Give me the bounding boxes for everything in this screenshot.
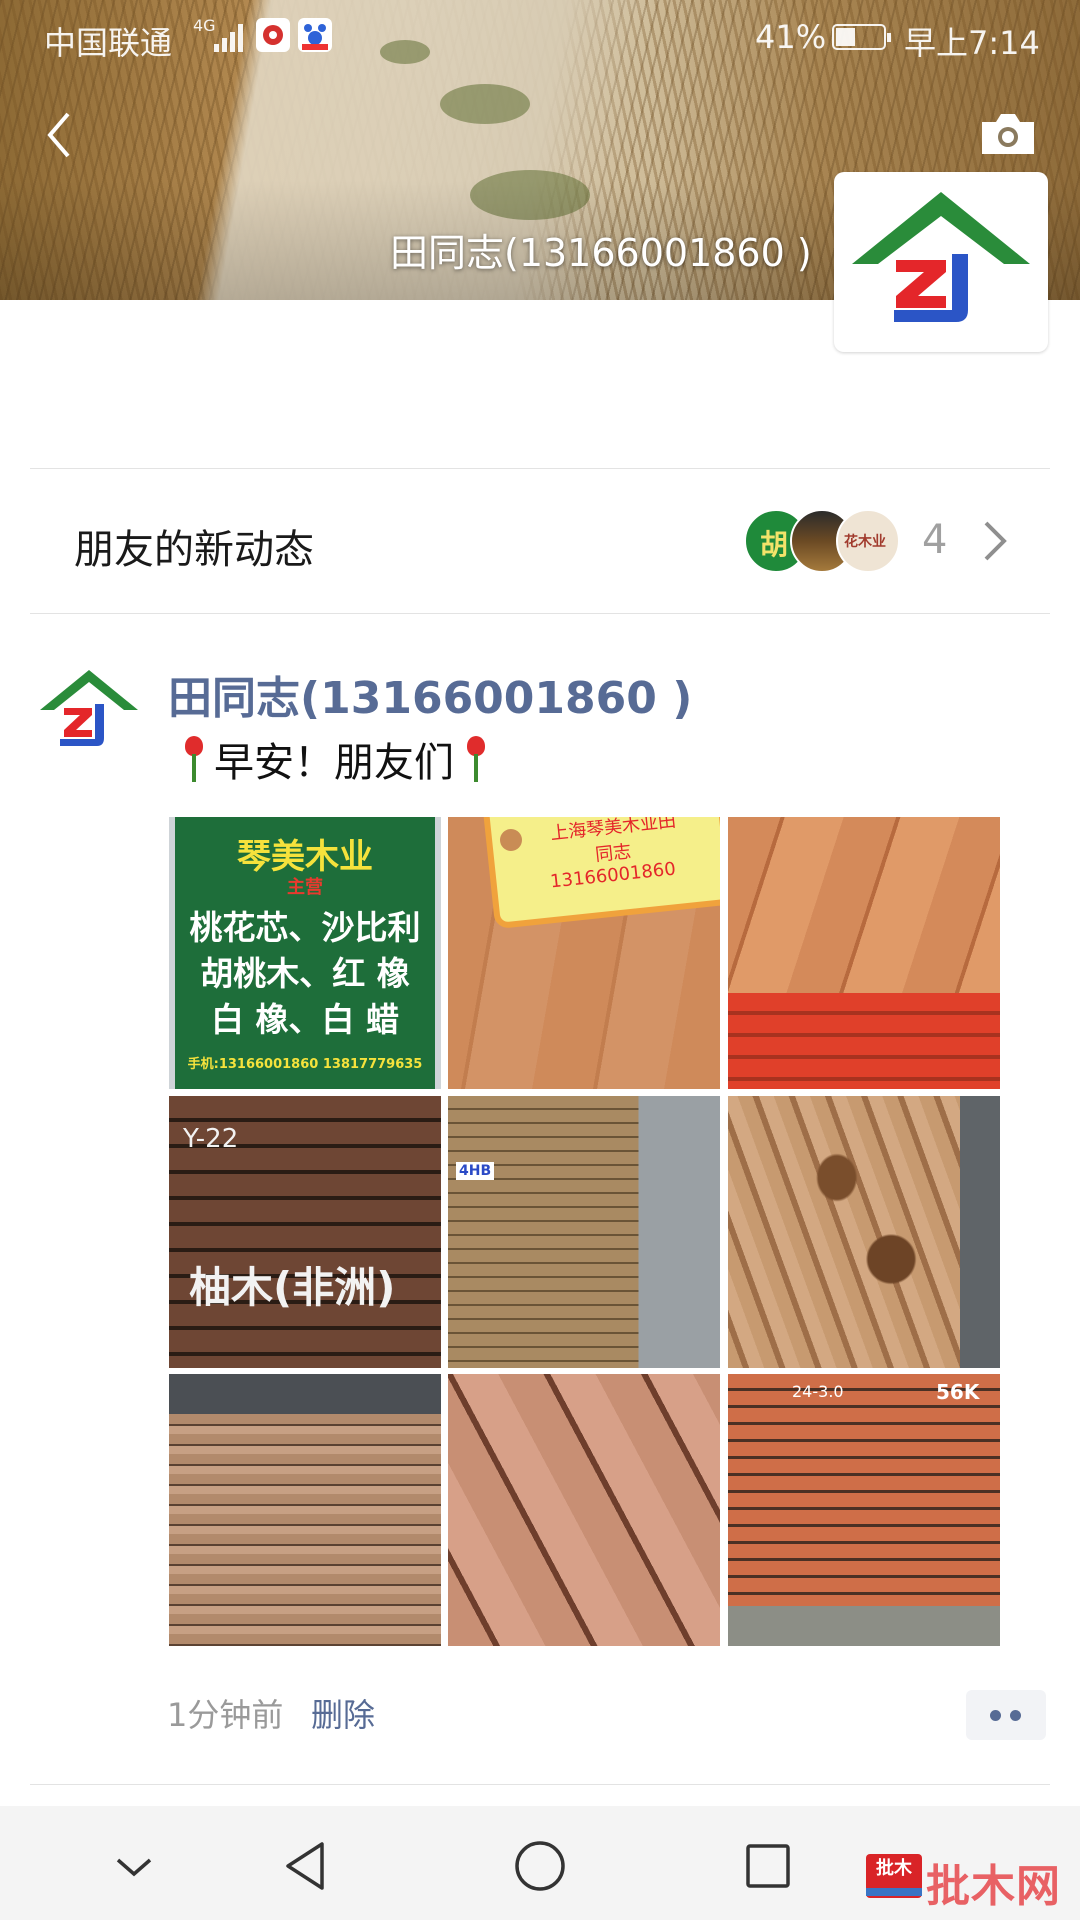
more-actions-button[interactable]: [966, 1690, 1046, 1740]
triangle-back-icon: [286, 1842, 324, 1890]
network-type: 4G: [193, 16, 216, 35]
post-text-content: 早安！朋友们: [214, 740, 454, 786]
nav-recents-button[interactable]: [738, 1836, 798, 1896]
site-watermark: 批木 批木网: [866, 1850, 1066, 1912]
stack-tag: 4HB: [456, 1162, 495, 1180]
friends-updates-label: 朋友的新动态: [74, 527, 314, 573]
battery-icon: [832, 24, 891, 50]
sign-line: 白 橡、白 蜡: [211, 1000, 399, 1039]
post-timestamp: 1分钟前: [167, 1696, 284, 1734]
delete-button[interactable]: 删除: [311, 1690, 375, 1736]
watermark-text: 批木网: [926, 1861, 1061, 1912]
camera-button[interactable]: [978, 108, 1038, 160]
friend-avatar: 花木业: [836, 509, 900, 573]
square-recents-icon: [746, 1844, 790, 1888]
photo-thumbnail[interactable]: 上海琴美木业田 同志 13166001860: [448, 817, 720, 1089]
friends-updates-count: 4: [922, 517, 948, 563]
profile-avatar[interactable]: [834, 172, 1048, 352]
photo-thumbnail[interactable]: [169, 1374, 441, 1646]
sign-line: 胡桃木、红 橡: [200, 954, 410, 993]
profile-name: 田同志(13166001860 ): [390, 231, 812, 275]
status-bar: 中国联通 4G 41% 早上7:14: [0, 0, 1080, 74]
watermark-logo: 批木: [866, 1854, 922, 1898]
chevron-right-icon: [984, 521, 1007, 561]
weed-patch: [440, 84, 530, 124]
sign-title: 琴美木业: [237, 837, 373, 877]
clock: 早上7:14: [904, 24, 1040, 62]
chevron-left-icon: [47, 112, 70, 158]
rose-icon: [178, 734, 208, 784]
rose-icon: [460, 734, 490, 784]
zj-logo-icon: [852, 192, 1030, 322]
photo-thumbnail[interactable]: [728, 1096, 1000, 1368]
zj-logo-icon: [40, 670, 138, 746]
post-author-avatar[interactable]: [34, 664, 144, 756]
baidu-icon: [298, 18, 332, 52]
post-text: 早安！朋友们: [172, 730, 496, 788]
signal-icon: [214, 22, 248, 52]
warehouse-roof: [169, 1374, 441, 1414]
chalk-mark: 56K: [936, 1380, 980, 1404]
circle-home-icon: [515, 1841, 565, 1891]
nav-home-button[interactable]: [510, 1836, 570, 1896]
chevron-down-icon: [116, 1858, 152, 1877]
chalk-mark: Y-22: [183, 1124, 239, 1154]
friends-updates-row[interactable]: 朋友的新动态 胡 花木业 4: [30, 469, 1050, 613]
background-shelf: [960, 1096, 1000, 1368]
post-author-name[interactable]: 田同志(13166001860 ): [168, 662, 692, 726]
photo-thumbnail[interactable]: [728, 817, 1000, 1089]
photo-thumbnail[interactable]: [448, 1374, 720, 1646]
divider: [30, 1784, 1050, 1785]
nav-collapse-button[interactable]: [104, 1836, 164, 1896]
photo-thumbnail[interactable]: 琴美木业 主营 桃花芯、沙比利 胡桃木、红 橡 白 橡、白 蜡 手机:13166…: [169, 817, 441, 1089]
sign-line: 桃花芯、沙比利: [189, 908, 421, 947]
dot-icon: [990, 1710, 1001, 1721]
chalk-label: 柚木(非洲): [189, 1263, 396, 1312]
dot-icon: [1010, 1710, 1021, 1721]
weibo-icon: [256, 18, 290, 52]
ground: [728, 1606, 1000, 1646]
photo-grid: 琴美木业 主营 桃花芯、沙比利 胡桃木、红 橡 白 橡、白 蜡 手机:13166…: [169, 817, 1000, 1646]
camera-icon: [982, 114, 1034, 154]
sign-subtitle: 主营: [287, 877, 323, 898]
chalk-mark: 24-3.0: [792, 1382, 844, 1401]
carrier-label: 中国联通: [44, 24, 173, 62]
plank-ends: [728, 993, 1000, 1089]
photo-thumbnail[interactable]: Y-22 柚木(非洲): [169, 1096, 441, 1368]
photo-thumbnail[interactable]: 4HB: [448, 1096, 720, 1368]
nav-back-button[interactable]: [278, 1836, 338, 1896]
sign-phones: 手机:13166001860 13817779635: [187, 1057, 423, 1072]
back-button[interactable]: [30, 100, 90, 170]
battery-percent: 41%: [755, 18, 827, 56]
divider: [30, 613, 1050, 614]
photo-thumbnail[interactable]: 24-3.0 56K: [728, 1374, 1000, 1646]
